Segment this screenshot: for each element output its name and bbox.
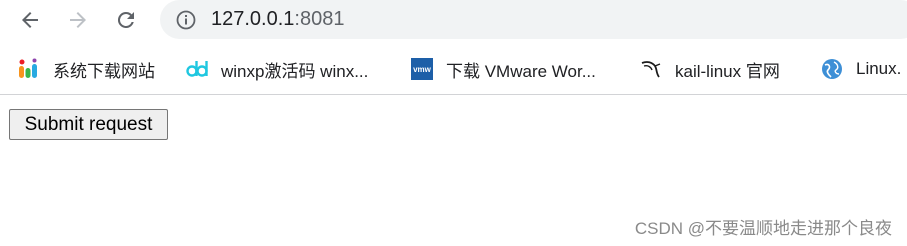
bookmark-label: kail-linux 官网 — [675, 61, 780, 81]
bookmark-label: winxp激活码 winx... — [221, 61, 369, 81]
bookmark-label: Linux. — [856, 59, 902, 78]
kali-dragon-icon — [641, 61, 661, 78]
cyan-dd-logo-icon — [186, 61, 208, 77]
submit-request-button[interactable]: Submit request — [9, 109, 168, 140]
back-arrow-icon — [22, 12, 38, 28]
forward-arrow-icon — [70, 12, 86, 28]
bookmark-label: 系统下载网站 — [53, 61, 155, 81]
bookmark-vmware[interactable]: vmw 下载 VMware Wor... — [411, 55, 596, 83]
toolbar-divider — [0, 94, 907, 95]
bookmark-linux[interactable]: Linux. — [821, 55, 901, 83]
globe-icon — [822, 59, 842, 79]
bookmark-system-download[interactable]: 系统下载网站 — [18, 55, 155, 83]
forward-button[interactable] — [62, 4, 94, 36]
vmw-logo-icon: vmw — [411, 58, 433, 80]
address-bar[interactable]: 127.0.0.1:8081 — [160, 0, 907, 39]
url-text[interactable]: 127.0.0.1:8081 — [211, 6, 344, 32]
bookmark-label: 下载 VMware Wor... — [446, 61, 596, 81]
reload-icon — [117, 11, 134, 28]
url-port: :8081 — [294, 8, 345, 30]
svg-text:vmw: vmw — [413, 65, 432, 74]
url-host: 127.0.0.1 — [211, 8, 295, 30]
info-icon[interactable] — [175, 9, 197, 31]
bookmark-winxp-key[interactable]: winxp激活码 winx... — [186, 55, 368, 83]
browser-toolbar: 127.0.0.1:8081 — [0, 0, 907, 46]
colorful-u-logo-icon — [19, 58, 37, 78]
bookmark-kali-linux[interactable]: kail-linux 官网 — [640, 55, 780, 83]
reload-button[interactable] — [110, 4, 142, 36]
back-button[interactable] — [14, 4, 46, 36]
csdn-watermark: CSDN @不要温顺地走进那个良夜 — [634, 219, 892, 238]
bookmarks-bar: 系统下载网站 winxp激活码 winx... vmw 下载 VMware Wo… — [0, 47, 907, 93]
